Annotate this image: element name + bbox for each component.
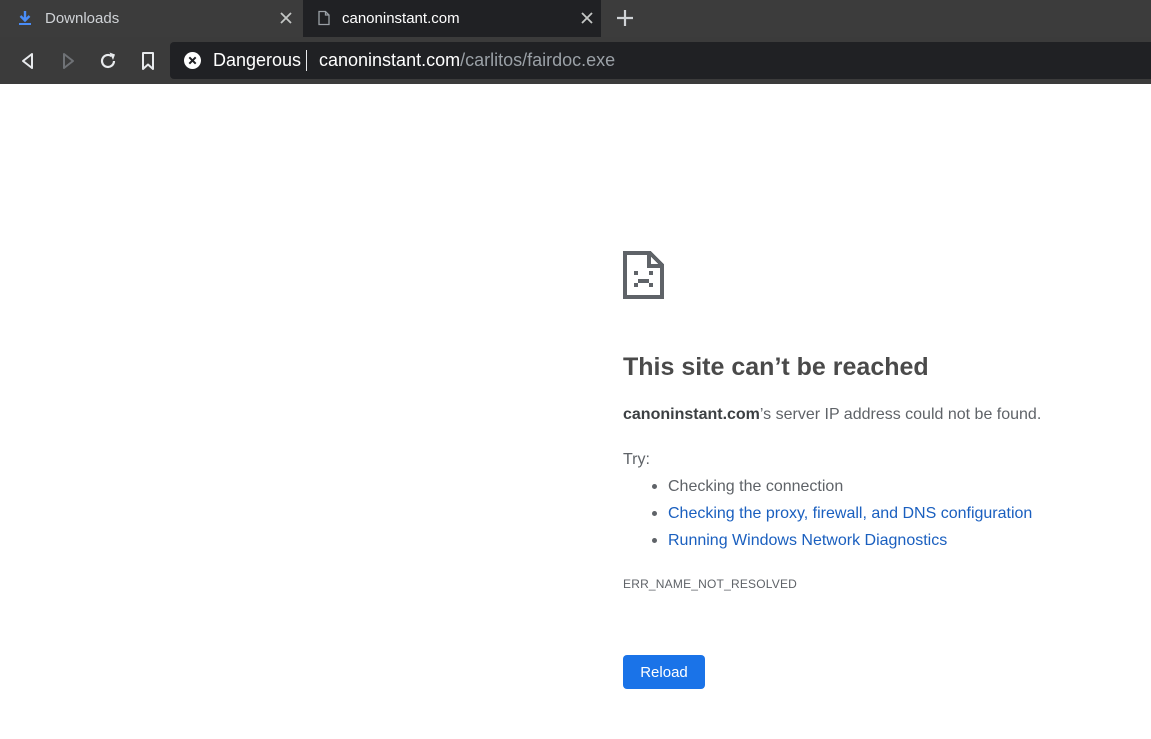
divider (306, 50, 307, 71)
tab-canoninstant[interactable]: canoninstant.com (303, 0, 601, 37)
suggestion-network-diagnostics-link[interactable]: Running Windows Network Diagnostics (651, 531, 1032, 558)
download-icon (19, 11, 31, 25)
suggestion-check-connection: Checking the connection (651, 477, 1032, 504)
url-text[interactable]: canoninstant.com/carlitos/fairdoc.exe (319, 50, 615, 71)
sad-page-icon (623, 251, 664, 299)
address-bar[interactable]: Dangerous canoninstant.com/carlitos/fair… (170, 42, 1151, 79)
suggestion-list: Checking the connection Checking the pro… (651, 477, 1032, 558)
tab-title: Downloads (45, 10, 120, 27)
error-host: canoninstant.com (623, 406, 760, 423)
error-code: ERR_NAME_NOT_RESOLVED (623, 577, 798, 591)
suggestion-proxy-firewall-dns-link[interactable]: Checking the proxy, firewall, and DNS co… (651, 504, 1032, 531)
dangerous-icon[interactable] (184, 52, 201, 69)
close-icon[interactable] (279, 11, 293, 25)
page-title: This site can’t be reached (623, 353, 929, 381)
tab-downloads[interactable]: Downloads (0, 0, 300, 37)
reload-icon[interactable] (97, 50, 119, 72)
back-icon[interactable] (17, 50, 39, 72)
bookmark-icon[interactable] (137, 50, 159, 72)
toolbar: Dangerous canoninstant.com/carlitos/fair… (0, 37, 1151, 84)
error-description-text: ’s server IP address could not be found. (759, 406, 1042, 423)
error-description: canoninstant.com’s server IP address cou… (623, 406, 1041, 424)
security-status[interactable]: Dangerous (213, 50, 301, 71)
url-host: canoninstant.com (319, 50, 461, 70)
error-page: This site can’t be reached canoninstant.… (0, 84, 1151, 739)
new-tab-icon[interactable] (614, 7, 636, 29)
url-path: /carlitos/fairdoc.exe (460, 50, 616, 70)
reload-button[interactable]: Reload (623, 655, 705, 689)
forward-icon[interactable] (57, 50, 79, 72)
tab-strip: Downloads canoninstant.com (0, 0, 1151, 37)
tab-title: canoninstant.com (342, 10, 460, 27)
page-icon (318, 10, 330, 26)
close-icon[interactable] (580, 11, 594, 25)
try-label: Try: (623, 451, 650, 468)
